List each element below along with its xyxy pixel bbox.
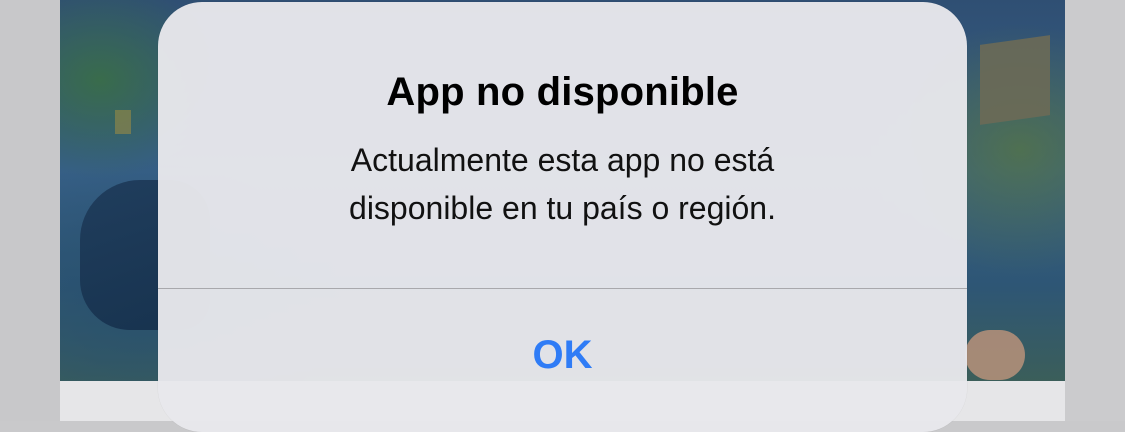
alert-message-line: Actualmente esta app no está xyxy=(350,142,775,178)
right-edge xyxy=(1065,0,1125,421)
left-edge xyxy=(0,0,60,421)
alert-message: Actualmente esta app no está disponible … xyxy=(218,136,907,232)
alert-dialog: App no disponible Actualmente esta app n… xyxy=(158,2,967,432)
alert-title: App no disponible xyxy=(386,70,739,114)
ok-button[interactable]: OK xyxy=(158,289,967,423)
background-art-shape xyxy=(965,330,1025,380)
alert-message-line: disponible en tu país o región. xyxy=(349,190,776,226)
background-art-shape xyxy=(980,35,1050,125)
alert-content: App no disponible Actualmente esta app n… xyxy=(158,2,967,288)
background-art-shape xyxy=(115,110,131,134)
ok-button-label: OK xyxy=(532,332,593,377)
